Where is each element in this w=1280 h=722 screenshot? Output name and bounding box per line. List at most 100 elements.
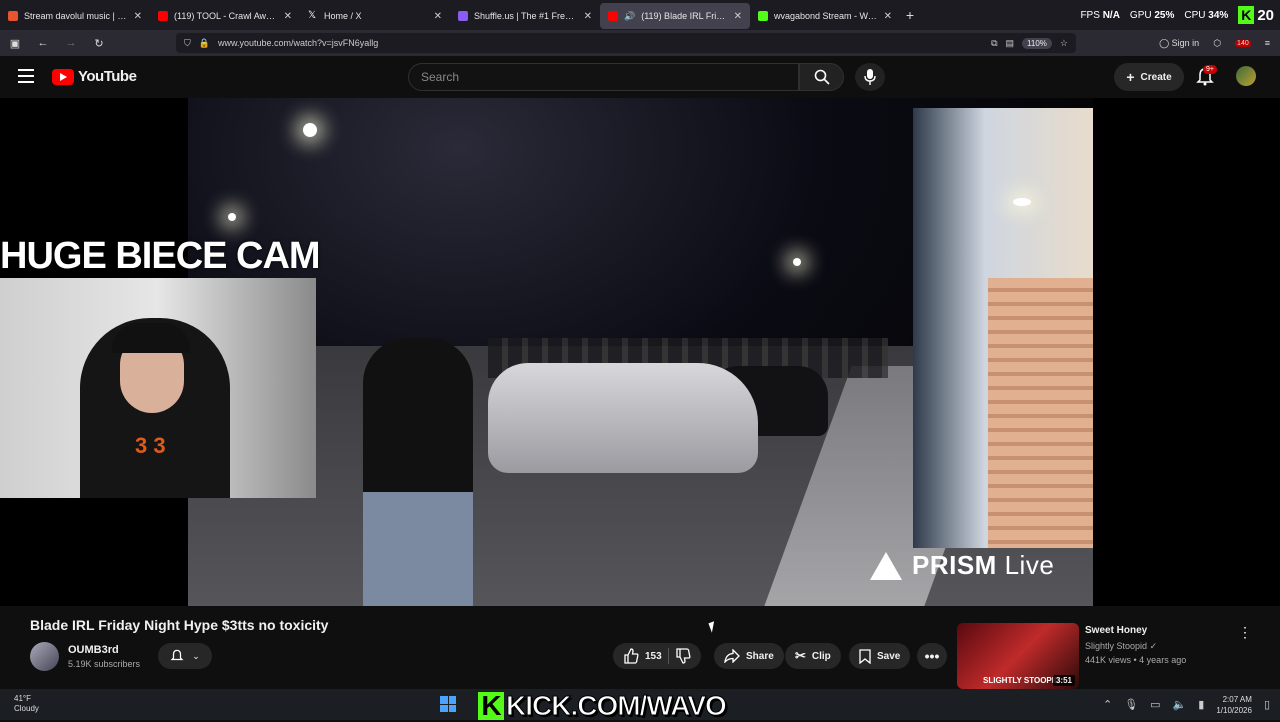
more-actions-button[interactable]: ••• (917, 643, 947, 669)
kick-logo-icon: K (1238, 6, 1255, 24)
clip-label: Clip (811, 650, 831, 662)
tab-favicon-icon (8, 11, 18, 21)
recommended-title[interactable]: Sweet Honey (1085, 625, 1147, 636)
save-label: Save (877, 650, 901, 662)
search-input[interactable]: Search (408, 63, 799, 91)
recommended-channel[interactable]: Slightly Stoopid ✓ (1085, 641, 1157, 652)
zoom-level[interactable]: 110% (1022, 37, 1052, 49)
close-icon[interactable]: ✕ (284, 11, 292, 22)
prism-text: PRISM (912, 550, 997, 580)
url-text: www.youtube.com/watch?v=jsvFN6yallg (217, 38, 379, 48)
kick-banner-text: KICK.COM/WAVO (506, 690, 728, 722)
sidebar-toggle-icon[interactable]: ▣ (8, 37, 22, 50)
thumbs-up-icon (624, 648, 639, 664)
chevron-up-icon[interactable]: ⌃ (1103, 698, 1112, 711)
more-horizontal-icon: ••• (924, 648, 940, 664)
shirt-logo: 3 3 (135, 433, 166, 458)
new-tab-button[interactable]: + (900, 7, 920, 23)
volume-icon[interactable]: 🔈 (1173, 698, 1187, 711)
notification-center-icon[interactable]: ▯ (1264, 698, 1270, 711)
close-icon[interactable]: ✕ (884, 11, 892, 22)
kick-banner-overlay: K KICK.COM/WAVO (478, 690, 728, 722)
browser-tab[interactable]: Shuffle.us | The #1 Free to Play ✕ (450, 3, 600, 29)
divider (667, 648, 669, 664)
channel-name[interactable]: OUMB3rd (68, 644, 119, 656)
channel-avatar[interactable] (30, 642, 59, 671)
street-lamp (793, 258, 801, 266)
browser-tab-active[interactable]: 🔊 (119) Blade IRL Friday Night ✕ (600, 3, 750, 29)
voice-search-button[interactable] (855, 63, 885, 91)
youtube-favicon-icon (608, 11, 618, 21)
address-bar[interactable]: ⛉ 🔒 www.youtube.com/watch?v=jsvFN6yallg … (176, 33, 1076, 53)
browser-tab[interactable]: (119) TOOL - Crawl Away (Audio ✕ (150, 3, 300, 29)
x-favicon-icon: 𝕏 (308, 10, 317, 21)
browser-tab[interactable]: 𝕏 Home / X ✕ (300, 3, 450, 29)
scissors-icon: ✂ (795, 648, 806, 663)
tab-title: Stream davolul music | Listen to (24, 11, 128, 21)
create-button[interactable]: + Create (1114, 63, 1184, 91)
more-vertical-icon[interactable]: ⋮ (1238, 624, 1252, 641)
clip-button[interactable]: ✂ Clip (785, 643, 841, 669)
youtube-logo[interactable]: YouTube (52, 68, 137, 85)
network-icon[interactable]: ▭ (1150, 698, 1160, 711)
youtube-header: YouTube Search + Create 9+ (0, 56, 1280, 98)
close-icon[interactable]: ✕ (134, 11, 142, 22)
browser-tab[interactable]: Stream davolul music | Listen to ✕ (0, 3, 150, 29)
picture-in-picture-icon[interactable]: ⧉ (991, 38, 997, 49)
extensions-icon[interactable]: ⬡ (1213, 38, 1221, 49)
microphone-tray-icon[interactable]: 🎙 (1124, 698, 1138, 711)
hardware-stats-overlay: FPS N/A GPU 25% CPU 34% K 20 (1080, 0, 1280, 30)
kick-banner-logo: K (478, 690, 504, 721)
back-icon[interactable]: ← (36, 37, 50, 49)
video-player[interactable]: PRISM Live HUGE BIECE CAM 3 3 (0, 98, 1280, 606)
sign-in-button[interactable]: ◯ Sign in (1159, 38, 1199, 49)
close-icon[interactable]: ✕ (434, 11, 442, 22)
walking-person (363, 338, 473, 606)
decorative-panel (988, 278, 1093, 548)
gpu-label: GPU (1129, 9, 1152, 21)
close-icon[interactable]: ✕ (584, 11, 592, 22)
browser-nav-bar: ▣ ← → ↻ ⛉ 🔒 www.youtube.com/watch?v=jsvF… (0, 30, 1280, 56)
notification-count-badge: 9+ (1203, 65, 1217, 74)
battery-icon[interactable]: ▮ (1198, 698, 1204, 711)
account-avatar[interactable] (1236, 66, 1256, 86)
clock-date: 1/10/2026 (1216, 705, 1252, 715)
microphone-icon (864, 69, 876, 85)
prism-live-text: Live (1004, 550, 1055, 580)
menu-icon[interactable]: ≡ (1265, 38, 1270, 48)
thumbnail-text: SLIGHTLY STOOPID (983, 676, 1060, 685)
video-title: Blade IRL Friday Night Hype $3tts no tox… (30, 617, 329, 633)
close-icon[interactable]: ✕ (734, 11, 742, 22)
reader-icon[interactable]: ▤ (1006, 38, 1015, 49)
video-frame[interactable]: PRISM Live (188, 98, 1093, 606)
weather-widget[interactable]: 41°F Cloudy (14, 694, 39, 714)
browser-tab[interactable]: wvagabond Stream - Watch Live ✕ (750, 3, 900, 29)
search-placeholder: Search (421, 70, 460, 84)
prism-live-watermark: PRISM Live (870, 550, 1054, 581)
streamer-cap (112, 323, 190, 353)
mouse-cursor-icon (708, 621, 718, 633)
search-button[interactable] (799, 63, 844, 91)
notification-subscribe-button[interactable]: ⌄ (158, 643, 212, 669)
prism-logo-icon (870, 551, 902, 580)
hamburger-menu-icon[interactable] (18, 69, 34, 83)
bookmark-star-icon[interactable]: ☆ (1060, 38, 1068, 49)
fps-label: FPS (1080, 9, 1100, 21)
cpu-value: 34% (1208, 9, 1229, 21)
extension-badge[interactable]: 140 (1235, 39, 1251, 47)
forward-icon[interactable]: → (64, 37, 78, 49)
windows-start-icon[interactable] (440, 696, 456, 712)
recommended-thumbnail[interactable]: SLIGHTLY STOOPID 3:51 (957, 623, 1079, 689)
sign-in-label: Sign in (1171, 37, 1200, 48)
tab-title: Home / X (324, 11, 362, 21)
reload-icon[interactable]: ↻ (92, 37, 106, 50)
like-button[interactable]: 153 (623, 648, 662, 664)
lock-icon: 🔒 (198, 37, 210, 48)
shuffle-favicon-icon (458, 11, 468, 21)
cpu-label: CPU (1184, 9, 1206, 21)
save-button[interactable]: Save (849, 643, 911, 669)
tab-title: (119) Blade IRL Friday Night (641, 11, 727, 21)
share-button[interactable]: Share (714, 643, 784, 669)
clock[interactable]: 2:07 AM 1/10/2026 (1216, 694, 1252, 716)
thumbs-down-icon[interactable] (675, 648, 691, 664)
